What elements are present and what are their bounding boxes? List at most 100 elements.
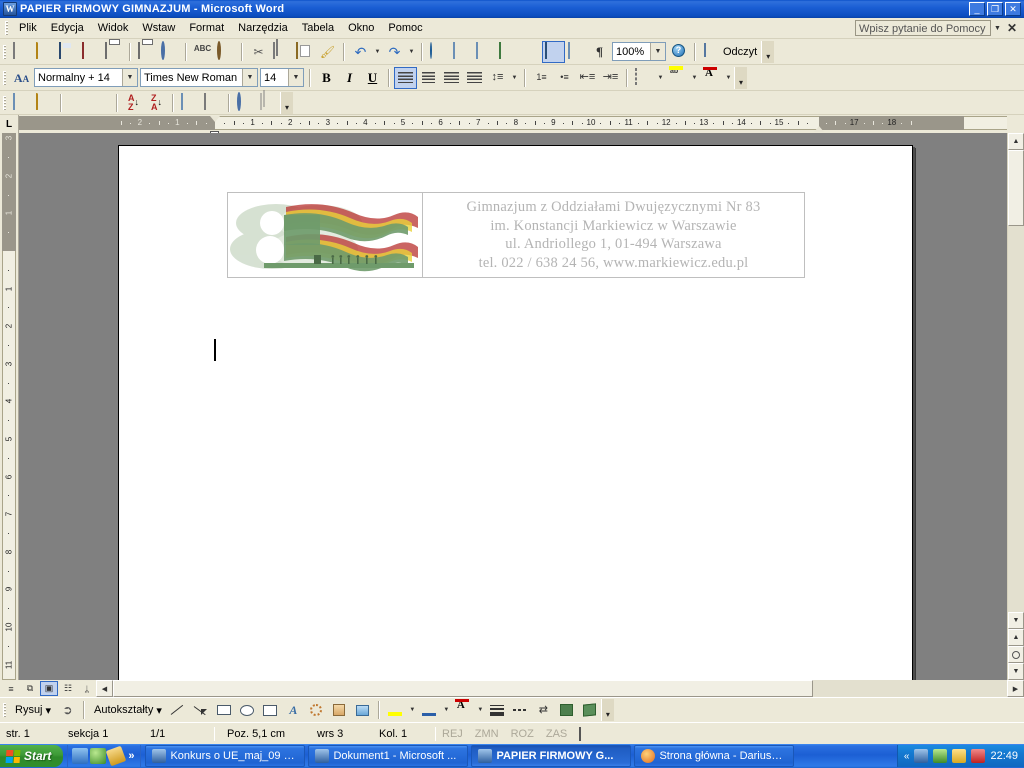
line-color-button[interactable] — [418, 699, 441, 721]
columns-button[interactable] — [519, 41, 542, 63]
insert-word-field-button[interactable] — [201, 92, 224, 114]
antivirus-icon[interactable] — [933, 749, 948, 763]
redo-dropdown-icon[interactable]: ▼ — [406, 41, 417, 63]
undo-dropdown-icon[interactable]: ▼ — [372, 41, 383, 63]
align-center-button[interactable] — [417, 67, 440, 89]
italic-button[interactable]: I — [338, 67, 361, 89]
chevron-down-icon[interactable]: ▼ — [288, 69, 303, 86]
email-button[interactable] — [79, 41, 102, 63]
document-map-button[interactable] — [565, 41, 588, 63]
taskbar-item-konkurs[interactable]: Konkurs o UE_maj_09 z ... — [145, 745, 306, 767]
insert-excel-button[interactable] — [496, 41, 519, 63]
new-document-button[interactable] — [10, 41, 33, 63]
toolbar-grip[interactable] — [3, 70, 6, 85]
tray-expand-icon[interactable]: « — [904, 751, 910, 762]
merge-to-document-button[interactable] — [257, 92, 280, 114]
reading-layout-view-button[interactable]: ᛦ — [78, 681, 96, 696]
line-spacing-button[interactable]: ↕≡ — [486, 67, 509, 89]
menu-widok[interactable]: Widok — [91, 19, 136, 37]
menu-edycja[interactable]: Edycja — [44, 19, 91, 37]
clip-art-tool-button[interactable] — [328, 699, 351, 721]
horizontal-ruler[interactable]: 2 1 1 2 3 4 5 6 7 8 9 10 11 12 13 14 15 17 18 — [19, 115, 1007, 133]
drawing-toolbar-overflow[interactable]: ▾ — [600, 699, 614, 721]
help-button[interactable]: ? — [667, 41, 690, 63]
text-box-tool-button[interactable] — [259, 699, 282, 721]
rectangle-tool-button[interactable] — [213, 699, 236, 721]
chevron-down-icon[interactable]: ▼ — [475, 699, 486, 721]
read-mode-button[interactable]: Odczyt — [700, 41, 761, 63]
draw-menu-button[interactable]: Rysuj ▾ — [10, 704, 56, 717]
show-desktop-icon[interactable] — [72, 748, 89, 764]
vertical-ruler[interactable]: 3 2 1 1 2 3 4 5 6 7 8 9 10 11 — [0, 133, 19, 680]
save-button[interactable] — [56, 41, 79, 63]
line-tool-button[interactable] — [167, 699, 190, 721]
letterhead-table[interactable]: Gimnazjum z Oddziałami Dwujęzycznymi Nr … — [227, 192, 805, 278]
next-object-button[interactable]: ▼ — [1008, 663, 1024, 680]
help-input[interactable]: Wpisz pytanie do Pomocy — [855, 20, 991, 36]
chevron-down-icon[interactable]: ▼ — [655, 67, 666, 89]
media-icon[interactable] — [106, 745, 127, 767]
copy-button[interactable] — [270, 41, 293, 63]
wordart-tool-button[interactable]: A — [282, 699, 305, 721]
status-indicator-roz[interactable]: ROZ — [505, 728, 540, 740]
align-right-button[interactable] — [440, 67, 463, 89]
select-browse-object-button[interactable] — [1008, 646, 1024, 663]
menu-narzedzia[interactable]: Narzędzia — [231, 19, 295, 37]
print-button[interactable] — [135, 41, 158, 63]
chevron-down-icon[interactable]: ▼ — [122, 69, 137, 86]
research-button[interactable] — [214, 40, 237, 63]
align-justify-button[interactable] — [463, 67, 486, 89]
formatting-toolbar-overflow[interactable]: ▾ — [734, 66, 747, 89]
vertical-scroll-track[interactable] — [1008, 226, 1024, 612]
cut-button[interactable]: ✂ — [247, 41, 270, 63]
paste-button[interactable] — [293, 41, 316, 63]
chevron-down-icon[interactable]: ▼ — [723, 67, 734, 89]
borders-button[interactable] — [632, 67, 655, 89]
taskbar-item-strona-glowna[interactable]: Strona główna - Dariusz ... — [634, 745, 795, 767]
fill-color-button[interactable] — [384, 699, 407, 721]
status-indicator-rej[interactable]: REJ — [436, 728, 469, 740]
database-toolbar-overflow[interactable]: ▾ — [280, 91, 293, 114]
select-objects-button[interactable]: ➲ — [56, 699, 79, 721]
chevron-down-icon[interactable]: ▼ — [407, 699, 418, 721]
sort-descending-button[interactable]: Z A ↓ — [145, 92, 168, 114]
web-layout-view-button[interactable]: ⧉ — [21, 681, 39, 696]
letterhead-text[interactable]: Gimnazjum z Oddziałami Dwujęzycznymi Nr … — [423, 193, 804, 277]
document-page[interactable]: Gimnazjum z Oddziałami Dwujęzycznymi Nr … — [118, 145, 913, 680]
toolbar-grip[interactable] — [3, 703, 6, 717]
autoshapes-menu-button[interactable]: Autokształty ▾ — [89, 704, 167, 717]
chevron-down-icon[interactable]: ▼ — [242, 69, 257, 86]
menu-plik[interactable]: Plik — [12, 19, 44, 37]
picture-tool-button[interactable] — [351, 699, 374, 721]
horizontal-scroll-thumb[interactable] — [113, 680, 813, 697]
status-indicator-zmn[interactable]: ZMN — [469, 728, 505, 740]
menu-wstaw[interactable]: Wstaw — [135, 19, 182, 37]
taskbar-item-papier-firmowy[interactable]: PAPIER FIRMOWY G... — [471, 745, 632, 767]
chevron-down-icon[interactable]: ▼ — [650, 43, 665, 60]
restore-button[interactable]: ❐ — [987, 2, 1003, 16]
font-combo[interactable]: Times New Roman ▼ — [140, 68, 258, 87]
horizontal-scrollbar[interactable]: ◀ ▶ — [96, 680, 1024, 697]
format-painter-button[interactable]: 🖌 — [316, 41, 339, 63]
arrow-style-button[interactable]: ⇄ — [532, 699, 555, 721]
menu-pomoc[interactable]: Pomoc — [381, 19, 429, 37]
language-book-icon[interactable] — [573, 726, 587, 741]
menu-okno[interactable]: Okno — [341, 19, 381, 37]
chevron-down-icon[interactable]: ▼ — [994, 25, 1001, 32]
chevron-down-icon[interactable]: ▼ — [509, 67, 520, 89]
chevron-down-icon[interactable]: ▼ — [689, 67, 700, 89]
undo-button[interactable]: ↶ — [349, 41, 372, 63]
scroll-right-button[interactable]: ▶ — [1007, 680, 1024, 697]
font-size-combo[interactable]: 14 ▼ — [260, 68, 304, 87]
delete-record-button[interactable] — [89, 92, 112, 114]
add-record-button[interactable] — [66, 92, 89, 114]
chevron-down-icon[interactable]: ▼ — [441, 699, 452, 721]
print-layout-view-button[interactable]: ▣ — [40, 681, 58, 696]
scroll-down-button[interactable]: ▼ — [1008, 612, 1024, 629]
redo-button[interactable]: ↷ — [383, 41, 406, 63]
oval-tool-button[interactable] — [236, 699, 259, 721]
dash-style-button[interactable] — [509, 699, 532, 721]
warning-icon[interactable] — [952, 749, 967, 763]
clock[interactable]: 22:49 — [990, 750, 1018, 762]
font-color-button[interactable] — [452, 699, 475, 721]
